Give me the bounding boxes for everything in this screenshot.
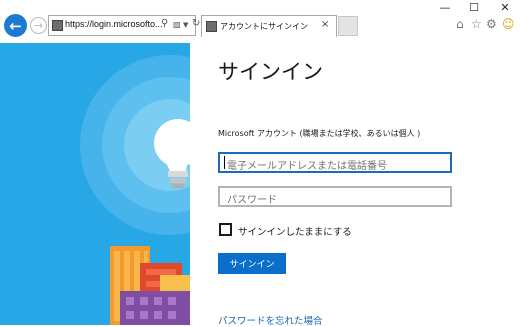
email-placeholder: 電子メールアドレスまたは電話番号: [227, 161, 387, 172]
gear-icon[interactable]: ⚙: [486, 17, 497, 31]
address-bar[interactable]: https://login.microsofto... ⚲ ▨ ▼ ↻: [48, 15, 200, 36]
address-url: https://login.microsofto...: [65, 19, 163, 29]
star-icon[interactable]: ☆: [471, 17, 482, 31]
signin-button-label: サインイン: [229, 260, 275, 270]
dropdown-icon[interactable]: ▼: [183, 21, 188, 29]
browser-toolbar: ← → https://login.microsofto... ⚲ ▨ ▼ ↻ …: [0, 0, 520, 44]
signin-button[interactable]: サインイン: [218, 253, 286, 274]
arrow-left-icon: ←: [9, 16, 22, 35]
password-placeholder: パスワード: [227, 195, 277, 206]
close-window-button[interactable]: ✕: [492, 0, 518, 16]
maximize-button[interactable]: ☐: [461, 0, 487, 16]
lightbulb-city-illustration: [80, 55, 190, 325]
tab-favicon-icon: [206, 21, 217, 32]
refresh-icon[interactable]: ↻: [192, 18, 200, 29]
new-tab-button[interactable]: [338, 16, 358, 36]
lock-icon[interactable]: ▨: [173, 20, 181, 29]
site-favicon-icon: [52, 20, 63, 31]
forward-button[interactable]: →: [30, 17, 47, 34]
email-field[interactable]: 電子メールアドレスまたは電話番号: [218, 152, 452, 173]
password-field[interactable]: パスワード: [218, 186, 452, 207]
back-button[interactable]: ←: [4, 14, 27, 37]
close-tab-icon[interactable]: ×: [321, 19, 329, 30]
home-icon[interactable]: ⌂: [456, 17, 464, 31]
page-title: サインイン: [218, 60, 323, 84]
keep-signed-in-label[interactable]: サインインしたままにする: [238, 224, 352, 238]
account-type-label: Microsoft アカウント (職場または学校、あるいは個人 ): [218, 129, 421, 138]
signin-illustration: [0, 43, 190, 325]
arrow-right-icon: →: [33, 19, 44, 32]
tab-title: アカウントにサインイン: [220, 22, 308, 31]
minimize-button[interactable]: —: [432, 0, 458, 16]
smiley-icon[interactable]: ☺: [502, 17, 515, 31]
search-icon[interactable]: ⚲: [161, 18, 168, 29]
keep-signed-in-checkbox[interactable]: [219, 223, 232, 236]
tab-signin[interactable]: アカウントにサインイン ×: [201, 15, 337, 37]
text-caret: [224, 156, 225, 169]
